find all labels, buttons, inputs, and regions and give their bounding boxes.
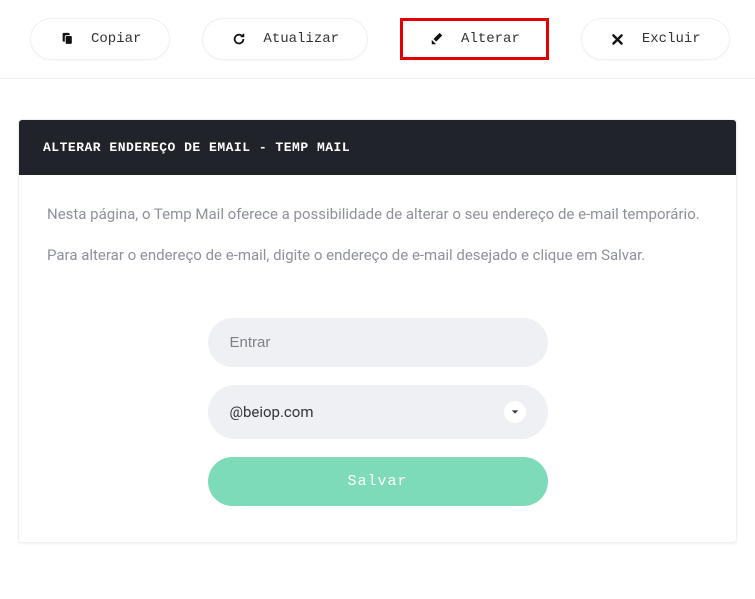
chevron-down-icon — [504, 401, 526, 423]
card-body: Nesta página, o Temp Mail oferece a poss… — [19, 175, 736, 542]
copy-label: Copiar — [91, 31, 141, 47]
main-container: ALTERAR ENDEREÇO DE EMAIL - TEMP MAIL Ne… — [0, 79, 755, 543]
card: ALTERAR ENDEREÇO DE EMAIL - TEMP MAIL Ne… — [18, 119, 737, 543]
delete-label: Excluir — [642, 31, 701, 47]
email-input[interactable] — [208, 318, 548, 367]
card-header: ALTERAR ENDEREÇO DE EMAIL - TEMP MAIL — [19, 120, 736, 175]
form-area: @beiop.com Salvar — [47, 318, 708, 506]
copy-icon — [59, 31, 75, 47]
edit-icon — [429, 31, 445, 47]
close-icon — [610, 31, 626, 47]
delete-button[interactable]: Excluir — [581, 18, 730, 60]
change-label: Alterar — [461, 31, 520, 47]
change-button[interactable]: Alterar — [400, 18, 549, 60]
refresh-button[interactable]: Atualizar — [202, 18, 368, 60]
description-1: Nesta página, o Temp Mail oferece a poss… — [47, 203, 708, 226]
save-button[interactable]: Salvar — [208, 457, 548, 506]
toolbar: Copiar Atualizar Alterar Excluir — [0, 0, 755, 79]
refresh-icon — [231, 31, 247, 47]
refresh-label: Atualizar — [263, 31, 339, 47]
domain-select[interactable]: @beiop.com — [208, 385, 548, 439]
description-2: Para alterar o endereço de e-mail, digit… — [47, 244, 708, 267]
copy-button[interactable]: Copiar — [30, 18, 170, 60]
domain-selected-label: @beiop.com — [230, 403, 314, 421]
save-label: Salvar — [347, 473, 407, 490]
